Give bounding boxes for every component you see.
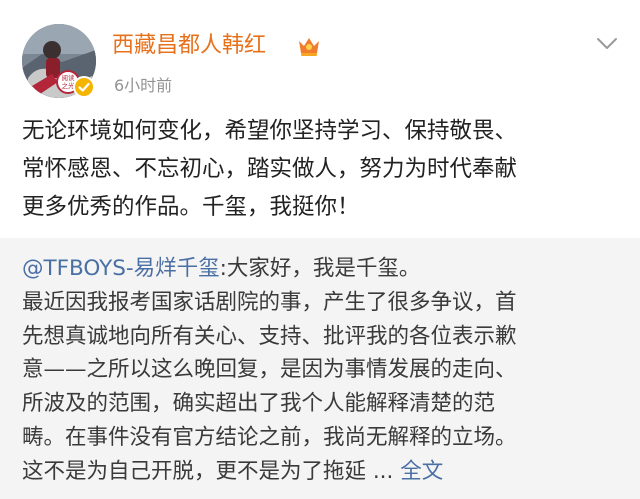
repost-text-line: 先想真诚地向所有关心、支持、批评我的各位表示歉 bbox=[22, 323, 517, 349]
post-text-line: 常怀感恩、不忘初心，踏实做人，努力为时代奉献 bbox=[22, 156, 518, 182]
reposted-content[interactable]: @TFBOYS-易烊千玺:大家好，我是千玺。 最近因我报考国家话剧院的事，产生了… bbox=[0, 238, 640, 499]
repost-last-line: 这不是为自己开脱，更不是为了拖延 ... 全文 bbox=[22, 455, 628, 489]
repost-greeting: :大家好，我是千玺。 bbox=[219, 256, 421, 281]
repost-text-line: 畴。在事件没有官方结论之前，我尚无解释的立场。 bbox=[22, 424, 517, 450]
weibo-post: 阅读 之光 西藏昌都人韩红 6小时前 无论环境如何变化，希望你坚持学习、保持敬畏… bbox=[0, 0, 640, 499]
mention-link[interactable]: @TFBOYS-易烊千玺 bbox=[22, 256, 220, 281]
post-text-line: 更多优秀的作品。千玺，我挺你！ bbox=[22, 194, 360, 220]
avatar-badge-text-top: 阅读 bbox=[62, 73, 76, 82]
chevron-down-icon[interactable] bbox=[592, 30, 622, 56]
full-text-link[interactable]: 全文 bbox=[400, 459, 443, 484]
post-header: 阅读 之光 西藏昌都人韩红 6小时前 bbox=[0, 0, 640, 110]
repost-text: @TFBOYS-易烊千玺:大家好，我是千玺。 最近因我报考国家话剧院的事，产生了… bbox=[22, 252, 628, 489]
repost-text-line: 意——之所以这么晚回复，是因为事情发展的走向、 bbox=[22, 357, 517, 383]
repost-truncated-text: 这不是为自己开脱，更不是为了拖延 ... bbox=[22, 458, 394, 484]
repost-text-line: 最近因我报考国家话剧院的事，产生了很多争议，首 bbox=[22, 289, 517, 315]
repost-first-line: @TFBOYS-易烊千玺:大家好，我是千玺。 bbox=[22, 252, 628, 286]
crown-icon[interactable] bbox=[297, 35, 321, 57]
repost-text-line: 所波及的范围，确实超出了我个人能解释清楚的范 bbox=[22, 391, 496, 417]
post-text: 无论环境如何变化，希望你坚持学习、保持敬畏、 常怀感恩、不忘初心，踏实做人，努力… bbox=[22, 112, 622, 226]
user-name[interactable]: 西藏昌都人韩红 bbox=[112, 32, 266, 60]
post-time: 6小时前 bbox=[114, 76, 173, 95]
post-text-line: 无论环境如何变化，希望你坚持学习、保持敬畏、 bbox=[22, 118, 518, 144]
verified-icon bbox=[73, 76, 95, 98]
